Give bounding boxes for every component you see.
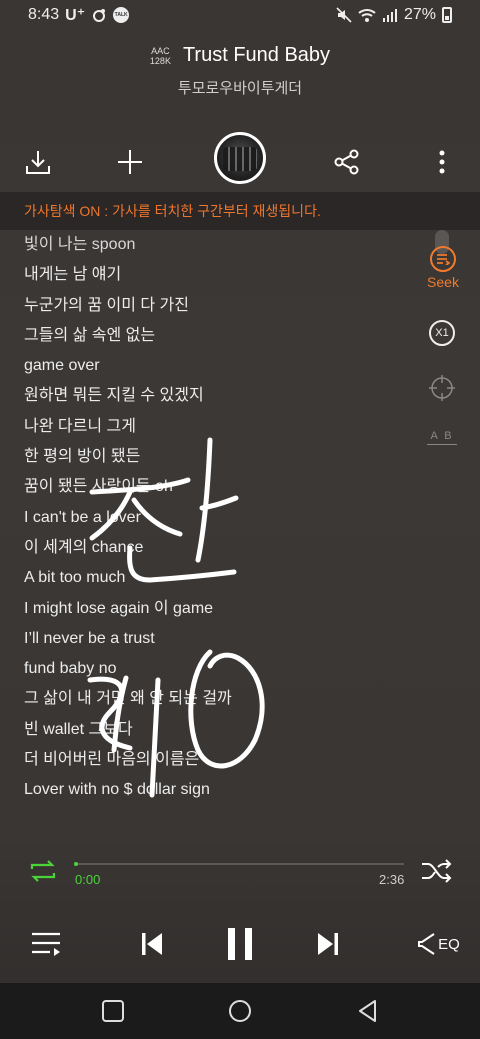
lyric-search-banner: 가사탐색 ON : 가사를 터치한 구간부터 재생됩니다. xyxy=(0,192,480,230)
lyric-line[interactable]: I’ll never be a trust xyxy=(24,624,424,654)
total-time: 2:36 xyxy=(379,872,405,887)
progress-thumb[interactable] xyxy=(74,862,78,866)
back-icon[interactable] xyxy=(356,999,380,1023)
battery-icon xyxy=(442,7,452,23)
battery-percent: 27% xyxy=(403,6,436,23)
talk-notification-icon: TALK xyxy=(113,7,130,23)
lyric-line[interactable]: I might lose again 이 game xyxy=(24,594,424,624)
lyric-line[interactable]: 나완 다르니 그게 xyxy=(24,412,424,442)
lyric-line[interactable]: 누군가의 꿈 이미 다 가진 xyxy=(24,291,424,321)
next-button[interactable] xyxy=(310,928,346,960)
add-icon xyxy=(118,150,142,174)
playback-speed-button[interactable]: X1 xyxy=(429,320,455,346)
camera-notification-icon xyxy=(93,9,106,22)
lyric-line[interactable]: A bit too much xyxy=(24,563,424,593)
more-icon xyxy=(439,150,445,174)
progress-bar[interactable] xyxy=(76,863,404,865)
lyrics-panel[interactable]: 빛이 나는 spoon 내게는 남 얘기 누군가의 꿈 이미 다 가진 그들의 … xyxy=(24,230,424,806)
share-button[interactable] xyxy=(331,146,363,178)
lyric-line[interactable]: 그 삶이 내 거면 왜 안 되는 걸까 xyxy=(24,684,424,714)
repeat-button[interactable] xyxy=(28,858,58,884)
playlist-button[interactable] xyxy=(28,928,64,960)
codec-bitrate: 128K xyxy=(149,55,171,66)
lyric-sync-button[interactable] xyxy=(428,374,456,402)
next-icon xyxy=(318,933,338,955)
seek-button[interactable]: Seek xyxy=(424,246,462,290)
home-icon[interactable] xyxy=(228,999,252,1023)
codec-badge: AAC 128K xyxy=(150,46,171,66)
crosshair-icon xyxy=(429,375,455,401)
lyric-line[interactable]: I can't be a lover xyxy=(24,503,424,533)
action-toolbar xyxy=(0,132,480,192)
lyric-line[interactable]: Lover with no $ dollar sign xyxy=(24,775,424,805)
seek-label: Seek xyxy=(427,274,459,290)
lyric-line[interactable]: 빈 wallet 그보다 xyxy=(24,715,424,745)
eq-button[interactable]: EQ xyxy=(416,928,462,960)
status-time: 8:43 xyxy=(28,6,60,23)
lyric-line[interactable]: fund baby no xyxy=(24,654,424,684)
previous-button[interactable] xyxy=(134,928,170,960)
seek-icon xyxy=(430,246,456,272)
download-button[interactable] xyxy=(22,146,54,178)
eq-label: EQ xyxy=(438,935,460,953)
shuffle-icon xyxy=(422,859,452,883)
lyric-line[interactable]: 그들의 삶 속엔 없는 xyxy=(24,321,424,351)
download-icon xyxy=(26,151,50,174)
ab-repeat-button[interactable]: A B xyxy=(427,430,457,445)
artist-name[interactable]: 투모로우바이투게더 xyxy=(0,77,480,98)
repeat-icon xyxy=(30,860,56,882)
album-art[interactable] xyxy=(214,132,266,184)
ab-repeat-label: A B xyxy=(430,430,454,442)
previous-icon xyxy=(142,933,162,955)
add-button[interactable] xyxy=(114,146,146,178)
carrier-label: U⁺ xyxy=(65,7,86,24)
pause-icon xyxy=(228,928,252,960)
playlist-icon xyxy=(32,932,60,956)
song-header: AAC 128K Trust Fund Baby 투모로우바이투게더 xyxy=(0,44,480,98)
eq-icon xyxy=(418,933,435,955)
lyric-line[interactable]: 내게는 남 얘기 xyxy=(24,260,424,290)
recent-apps-icon[interactable] xyxy=(101,999,125,1023)
lyric-line[interactable]: 빛이 나는 spoon xyxy=(24,230,424,260)
lyric-line[interactable]: 이 세계의 chance xyxy=(24,533,424,563)
signal-icon xyxy=(382,9,397,22)
lyric-line[interactable]: 더 비어버린 마음의 이름은 xyxy=(24,745,424,775)
more-button[interactable] xyxy=(426,146,458,178)
shuffle-button[interactable] xyxy=(420,858,452,884)
lyric-line[interactable]: 원하면 뭐든 지킬 수 있겠지 xyxy=(24,381,424,411)
status-bar: 8:43 U⁺ TALK 27% xyxy=(0,0,480,30)
pause-button[interactable] xyxy=(218,924,262,964)
codec-format: AAC xyxy=(151,45,170,56)
lyric-line[interactable]: game over xyxy=(24,351,424,381)
current-time: 0:00 xyxy=(75,872,101,887)
wifi-icon xyxy=(358,9,376,22)
lyric-line[interactable]: 한 평의 방이 됐든 xyxy=(24,442,424,472)
song-title[interactable]: Trust Fund Baby xyxy=(183,44,330,67)
system-nav-bar xyxy=(0,983,480,1039)
lyric-line[interactable]: 꿈이 됐든 사랑이든 oh xyxy=(24,472,424,502)
mute-icon xyxy=(336,7,352,23)
share-icon xyxy=(334,149,359,175)
